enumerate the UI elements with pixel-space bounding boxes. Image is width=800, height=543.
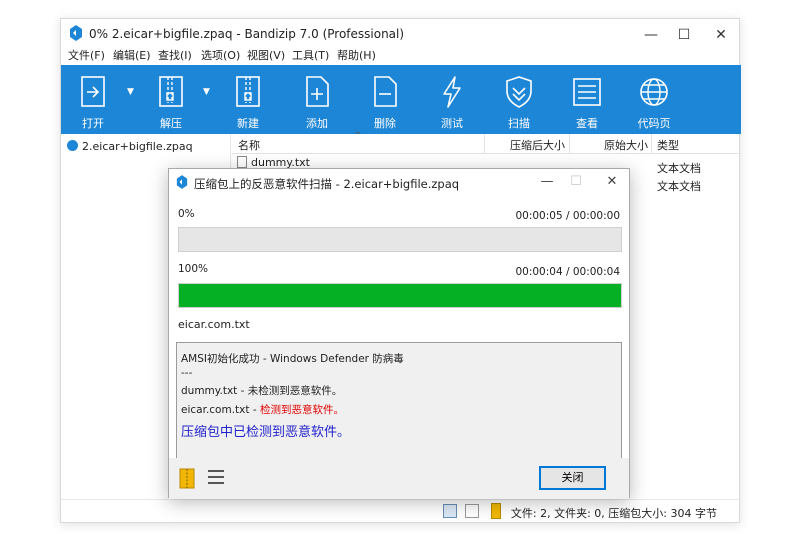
shield-icon bbox=[506, 76, 532, 108]
codepage-button[interactable]: 代码页 bbox=[624, 65, 684, 134]
menu-find[interactable]: 查找(I) bbox=[158, 47, 192, 65]
dialog-minimize-button[interactable]: — bbox=[533, 171, 561, 193]
open-icon bbox=[81, 76, 105, 107]
dialog-footer: 关闭 bbox=[169, 458, 629, 499]
dialog-body: 0% 00:00:05 / 00:00:00 100% 00:00:04 / 0… bbox=[169, 197, 629, 499]
add-file-icon bbox=[306, 76, 329, 107]
add-label: 添加 bbox=[306, 117, 328, 130]
file-list-header: 名称 ^ 压缩后大小 原始大小 类型 bbox=[232, 131, 741, 154]
view-button[interactable]: 查看 bbox=[557, 65, 617, 134]
total-progress-percent: 0% bbox=[178, 208, 195, 220]
column-divider[interactable] bbox=[651, 134, 652, 154]
globe-icon bbox=[640, 78, 668, 106]
delete-button[interactable]: 删除 bbox=[355, 65, 415, 134]
close-window-button[interactable]: ✕ bbox=[701, 23, 741, 47]
text-file-icon bbox=[237, 156, 247, 168]
log-line-detected: eicar.com.txt - 检测到恶意软件。 bbox=[181, 402, 344, 417]
menu-help[interactable]: 帮助(H) bbox=[337, 47, 376, 65]
log-line: --- bbox=[181, 367, 193, 379]
menu-edit[interactable]: 编辑(E) bbox=[113, 47, 151, 65]
scan-label: 扫描 bbox=[508, 117, 530, 130]
view-label: 查看 bbox=[576, 117, 598, 130]
list-view-icon bbox=[573, 78, 601, 106]
codepage-label: 代码页 bbox=[637, 117, 671, 130]
delete-file-icon bbox=[374, 76, 397, 107]
test-button[interactable]: 测试 bbox=[422, 65, 482, 134]
menu-view[interactable]: 视图(V) bbox=[247, 47, 285, 65]
extract-dropdown-chevron-down-icon[interactable]: ▼ bbox=[203, 87, 215, 99]
maximize-button[interactable]: ☐ bbox=[664, 23, 704, 47]
menu-file[interactable]: 文件(F) bbox=[68, 47, 105, 65]
archive-folder-icon bbox=[491, 503, 501, 519]
column-divider[interactable] bbox=[484, 134, 485, 154]
tree-item-archive[interactable]: 2.eicar+bigfile.zpaq bbox=[67, 140, 193, 153]
lightning-icon bbox=[443, 76, 461, 108]
archive-folder-icon[interactable] bbox=[179, 467, 195, 489]
tree-item-label: 2.eicar+bigfile.zpaq bbox=[82, 140, 193, 153]
current-file-name: eicar.com.txt bbox=[178, 318, 250, 331]
scan-summary: 压缩包中已检测到恶意软件。 bbox=[181, 425, 351, 440]
total-progress-bar bbox=[178, 227, 622, 252]
dialog-close-button[interactable]: ✕ bbox=[598, 171, 626, 193]
list-view-icon[interactable] bbox=[465, 504, 479, 518]
close-dialog-button[interactable]: 关闭 bbox=[539, 466, 606, 490]
file-progress-percent: 100% bbox=[178, 263, 209, 275]
new-archive-icon bbox=[236, 76, 260, 107]
column-original-size[interactable]: 原始大小 bbox=[604, 137, 648, 153]
add-button[interactable]: 添加 bbox=[287, 65, 347, 134]
menu-list-icon[interactable] bbox=[207, 469, 225, 485]
scan-button[interactable]: 扫描 bbox=[489, 65, 549, 134]
column-divider[interactable] bbox=[569, 134, 570, 154]
column-name[interactable]: 名称 bbox=[238, 137, 260, 153]
file-row-type: 文本文档 bbox=[657, 162, 701, 175]
bandizip-logo-icon bbox=[70, 25, 82, 41]
test-label: 测试 bbox=[441, 117, 463, 130]
menu-tools[interactable]: 工具(T) bbox=[292, 47, 329, 65]
delete-label: 删除 bbox=[374, 117, 396, 130]
new-archive-button[interactable]: 新建 bbox=[218, 65, 278, 134]
sort-ascending-icon: ^ bbox=[354, 131, 362, 141]
column-type[interactable]: 类型 bbox=[657, 137, 679, 153]
antimalware-scan-dialog: 压缩包上的反恶意软件扫描 - 2.eicar+bigfile.zpaq — ☐ … bbox=[168, 168, 630, 499]
open-button[interactable]: 打开 bbox=[63, 65, 123, 134]
details-view-icon[interactable] bbox=[443, 504, 457, 518]
new-label: 新建 bbox=[237, 117, 259, 130]
file-progress-fill bbox=[179, 284, 621, 307]
extract-button[interactable]: 解压 bbox=[141, 65, 201, 134]
toolbar: 打开 ▼ 解压 ▼ 新建 添加 删除 测试 扫描 查看 代码页 bbox=[61, 65, 741, 134]
status-bar: 文件: 2, 文件夹: 0, 压缩包大小: 304 字节 bbox=[61, 499, 741, 524]
file-progress-bar bbox=[178, 283, 622, 308]
log-line: AMSI初始化成功 - Windows Defender 防病毒 bbox=[181, 353, 404, 365]
menu-bar: 文件(F) 编辑(E) 查找(I) 选项(O) 视图(V) 工具(T) 帮助(H… bbox=[61, 47, 739, 65]
archive-icon bbox=[67, 140, 78, 151]
log-file-name: eicar.com.txt - bbox=[181, 404, 260, 416]
log-line: dummy.txt - 未检测到恶意软件。 bbox=[181, 385, 343, 397]
title-bar: 0% 2.eicar+bigfile.zpaq - Bandizip 7.0 (… bbox=[61, 19, 739, 49]
file-progress-time: 00:00:04 / 00:00:04 bbox=[515, 266, 620, 278]
extract-icon bbox=[159, 76, 183, 107]
dialog-title: 压缩包上的反恶意软件扫描 - 2.eicar+bigfile.zpaq bbox=[194, 177, 460, 191]
window-title: 0% 2.eicar+bigfile.zpaq - Bandizip 7.0 (… bbox=[89, 27, 405, 41]
scan-log[interactable]: AMSI初始化成功 - Windows Defender 防病毒 --- dum… bbox=[176, 342, 622, 460]
dialog-title-bar: 压缩包上的反恶意软件扫描 - 2.eicar+bigfile.zpaq — ☐ … bbox=[169, 169, 629, 197]
status-text: 文件: 2, 文件夹: 0, 压缩包大小: 304 字节 bbox=[510, 507, 717, 520]
open-dropdown-chevron-down-icon[interactable]: ▼ bbox=[127, 87, 139, 99]
file-row-type: 文本文档 bbox=[657, 180, 701, 193]
menu-options[interactable]: 选项(O) bbox=[201, 47, 240, 65]
column-packed-size[interactable]: 压缩后大小 bbox=[510, 137, 565, 153]
bandizip-logo-icon bbox=[176, 175, 188, 189]
dialog-maximize-button: ☐ bbox=[570, 174, 582, 189]
open-label: 打开 bbox=[82, 117, 104, 130]
extract-label: 解压 bbox=[160, 117, 182, 130]
total-progress-time: 00:00:05 / 00:00:00 bbox=[515, 210, 620, 222]
malware-detected-text: 检测到恶意软件。 bbox=[259, 404, 344, 416]
